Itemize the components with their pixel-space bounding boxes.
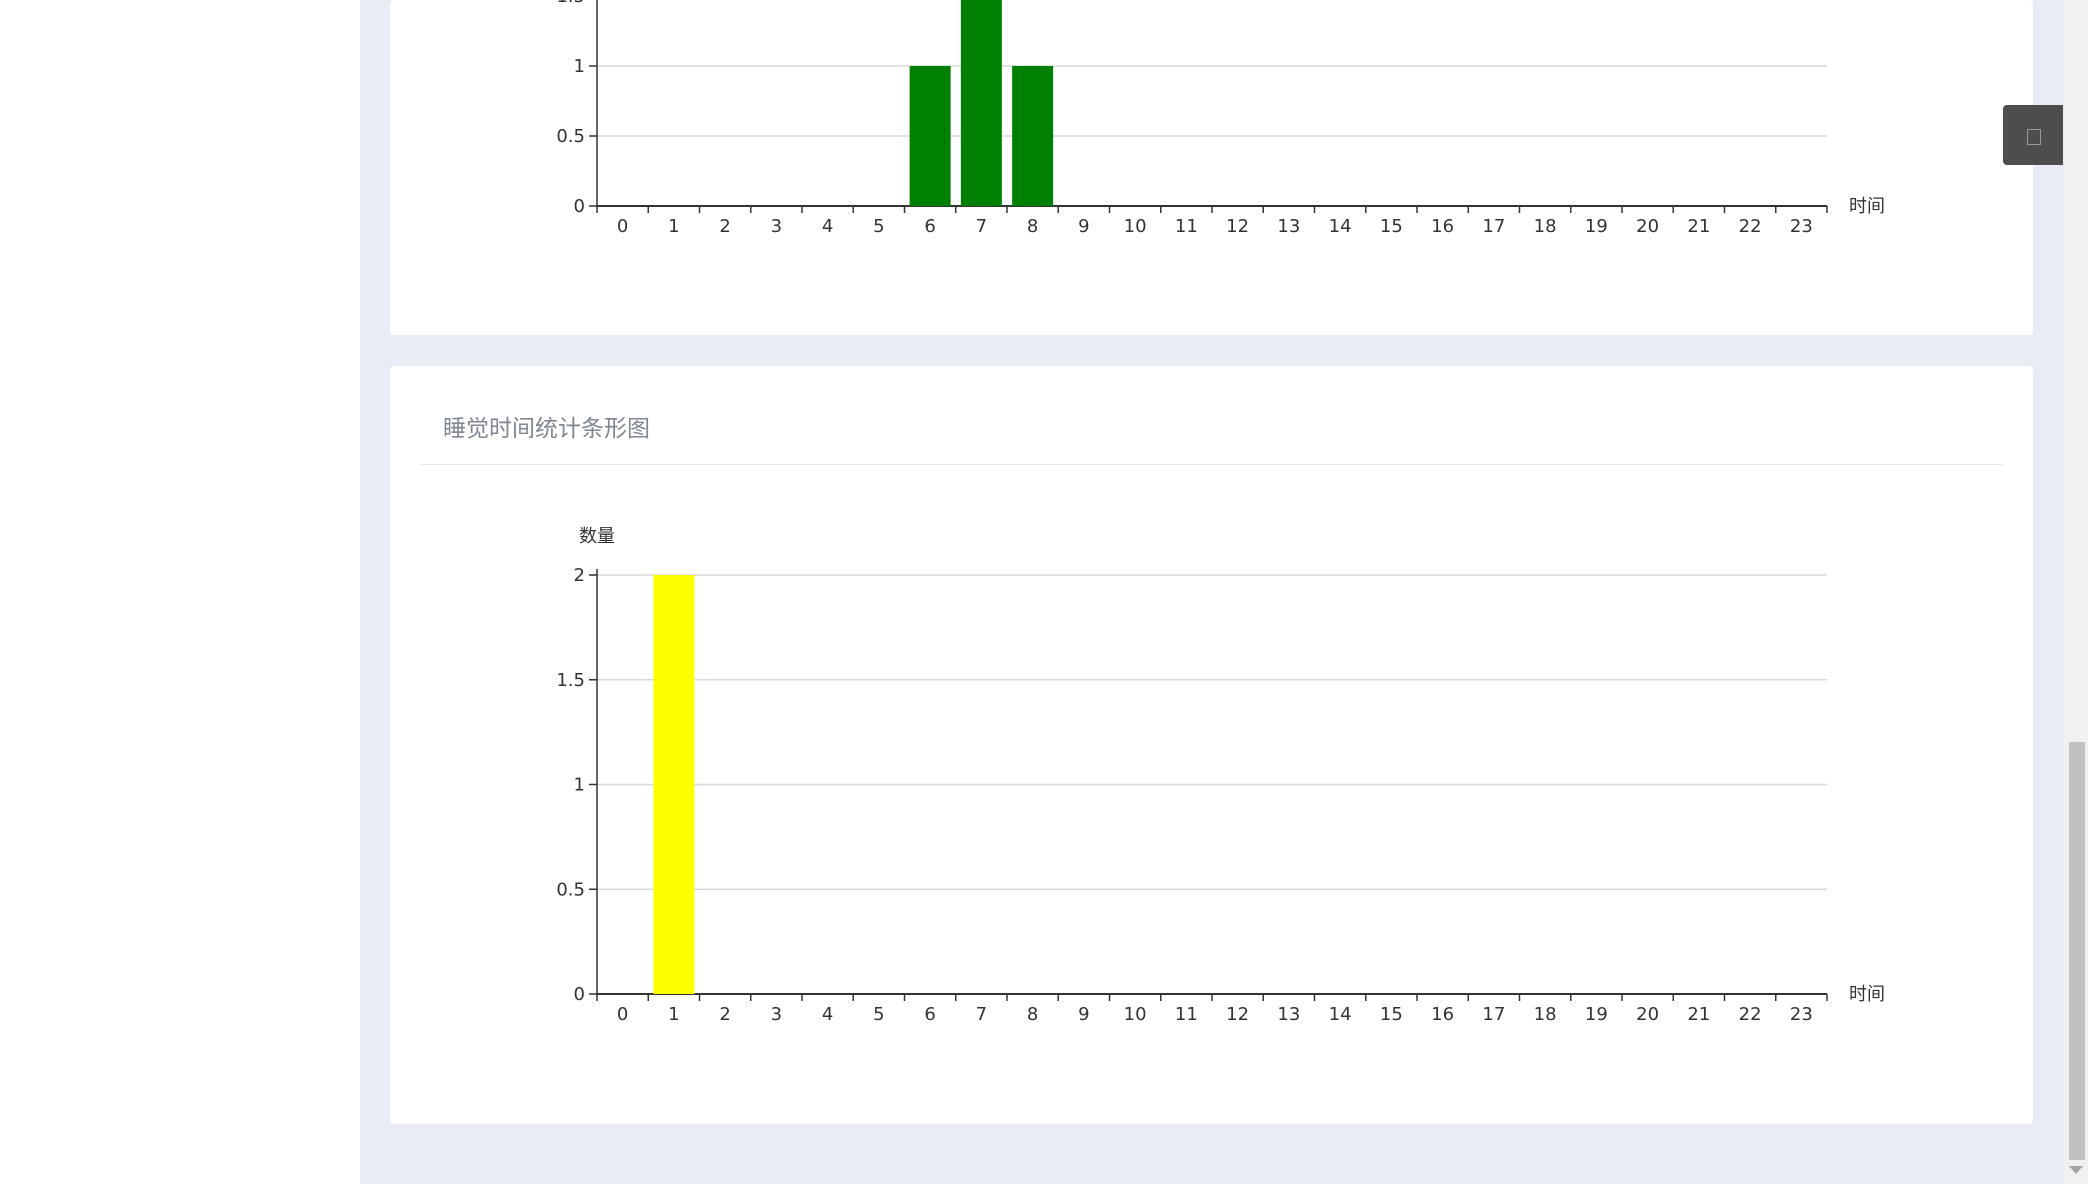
x-tick-label: 16 bbox=[1431, 1004, 1454, 1025]
x-tick-label: 2 bbox=[719, 216, 730, 237]
bar-8[interactable] bbox=[1012, 66, 1054, 206]
y-tick-label: 1 bbox=[574, 56, 585, 77]
x-tick-label: 6 bbox=[924, 216, 935, 237]
bar-6[interactable] bbox=[909, 66, 951, 206]
y-tick-label: 0 bbox=[574, 984, 585, 1005]
x-tick-label: 9 bbox=[1078, 1004, 1089, 1025]
bar-chart-2: 00.511.520 1 2 3 4 5 6 7 8 9 10 11 12 13 14 15 16 17 18 19 2… bbox=[556, 526, 1885, 1025]
x-tick-label: 4 bbox=[822, 216, 833, 237]
x-tick-label: 7 bbox=[976, 216, 987, 237]
page-scrollbar[interactable] bbox=[2064, 0, 2088, 1184]
x-tick-label: 11 bbox=[1175, 1004, 1198, 1025]
x-tick-label: 13 bbox=[1277, 1004, 1300, 1025]
x-axis-label: 时间 bbox=[1849, 984, 1885, 1005]
x-tick-label: 1 bbox=[668, 1004, 679, 1025]
x-tick-label: 10 bbox=[1124, 216, 1147, 237]
x-tick-label: 8 bbox=[1027, 1004, 1038, 1025]
scrollbar-thumb[interactable] bbox=[2069, 742, 2085, 1160]
x-tick-label: 20 bbox=[1636, 1004, 1659, 1025]
chart-card-2: 睡觉时间统计条形图 0 0.5 1 1.5 2 0 1 2 3 4 5 6 7 8 9 10 11 12 13 14 1… bbox=[390, 366, 2033, 1124]
x-tick-label: 6 bbox=[924, 1004, 935, 1025]
x-tick-label: 15 bbox=[1380, 216, 1403, 237]
x-tick-label: 14 bbox=[1329, 1004, 1352, 1025]
x-tick-label: 5 bbox=[873, 1004, 884, 1025]
x-tick-label: 23 bbox=[1790, 216, 1813, 237]
x-tick-label: 0 bbox=[617, 216, 628, 237]
x-tick-label: 21 bbox=[1687, 1004, 1710, 1025]
bar-7[interactable] bbox=[960, 0, 1002, 206]
bar-chart-1: 00.511.501234567891011121314151617181920… bbox=[556, 0, 1885, 237]
x-tick-label: 14 bbox=[1329, 216, 1352, 237]
y-tick-label: 1 bbox=[574, 775, 585, 796]
chart-card-1: 00.511.501234567891011121314151617181920… bbox=[390, 0, 2033, 335]
x-tick-label: 18 bbox=[1534, 1004, 1557, 1025]
square-icon bbox=[2027, 129, 2041, 145]
x-tick-label: 1 bbox=[668, 216, 679, 237]
x-tick-label: 3 bbox=[771, 216, 782, 237]
x-tick-label: 21 bbox=[1687, 216, 1710, 237]
sidebar bbox=[0, 0, 360, 1184]
x-tick-label: 11 bbox=[1175, 216, 1198, 237]
y-axis-label: 数量 bbox=[579, 526, 615, 547]
scroll-down-arrow-icon[interactable] bbox=[2069, 1166, 2083, 1174]
x-tick-label: 9 bbox=[1078, 216, 1089, 237]
x-tick-label: 0 bbox=[617, 1004, 628, 1025]
floating-toolbar-button[interactable] bbox=[2003, 105, 2063, 165]
y-tick-label: 0.5 bbox=[556, 879, 585, 900]
x-tick-label: 20 bbox=[1636, 216, 1659, 237]
x-tick-label: 19 bbox=[1585, 1004, 1608, 1025]
y-tick-label: 2 bbox=[574, 565, 585, 586]
bar-1[interactable] bbox=[653, 575, 695, 994]
x-tick-label: 12 bbox=[1226, 1004, 1249, 1025]
x-tick-label: 23 bbox=[1790, 1004, 1813, 1025]
x-tick-label: 7 bbox=[976, 1004, 987, 1025]
y-tick-label: 0.5 bbox=[556, 126, 585, 147]
x-tick-label: 16 bbox=[1431, 216, 1454, 237]
x-tick-label: 12 bbox=[1226, 216, 1249, 237]
y-tick-label: 1.5 bbox=[556, 670, 585, 691]
x-tick-label: 4 bbox=[822, 1004, 833, 1025]
x-tick-label: 10 bbox=[1124, 1004, 1147, 1025]
x-tick-label: 8 bbox=[1027, 216, 1038, 237]
x-tick-label: 13 bbox=[1277, 216, 1300, 237]
x-tick-label: 22 bbox=[1739, 1004, 1762, 1025]
x-tick-label: 2 bbox=[719, 1004, 730, 1025]
x-tick-label: 22 bbox=[1739, 216, 1762, 237]
y-tick-label: 1.5 bbox=[556, 0, 585, 7]
y-tick-label: 0 bbox=[574, 196, 585, 217]
x-axis-label: 时间 bbox=[1849, 196, 1885, 217]
x-tick-label: 3 bbox=[771, 1004, 782, 1025]
x-tick-label: 18 bbox=[1534, 216, 1557, 237]
x-tick-label: 5 bbox=[873, 216, 884, 237]
x-tick-label: 17 bbox=[1482, 1004, 1505, 1025]
x-tick-label: 15 bbox=[1380, 1004, 1403, 1025]
x-tick-label: 19 bbox=[1585, 216, 1608, 237]
x-tick-label: 17 bbox=[1482, 216, 1505, 237]
